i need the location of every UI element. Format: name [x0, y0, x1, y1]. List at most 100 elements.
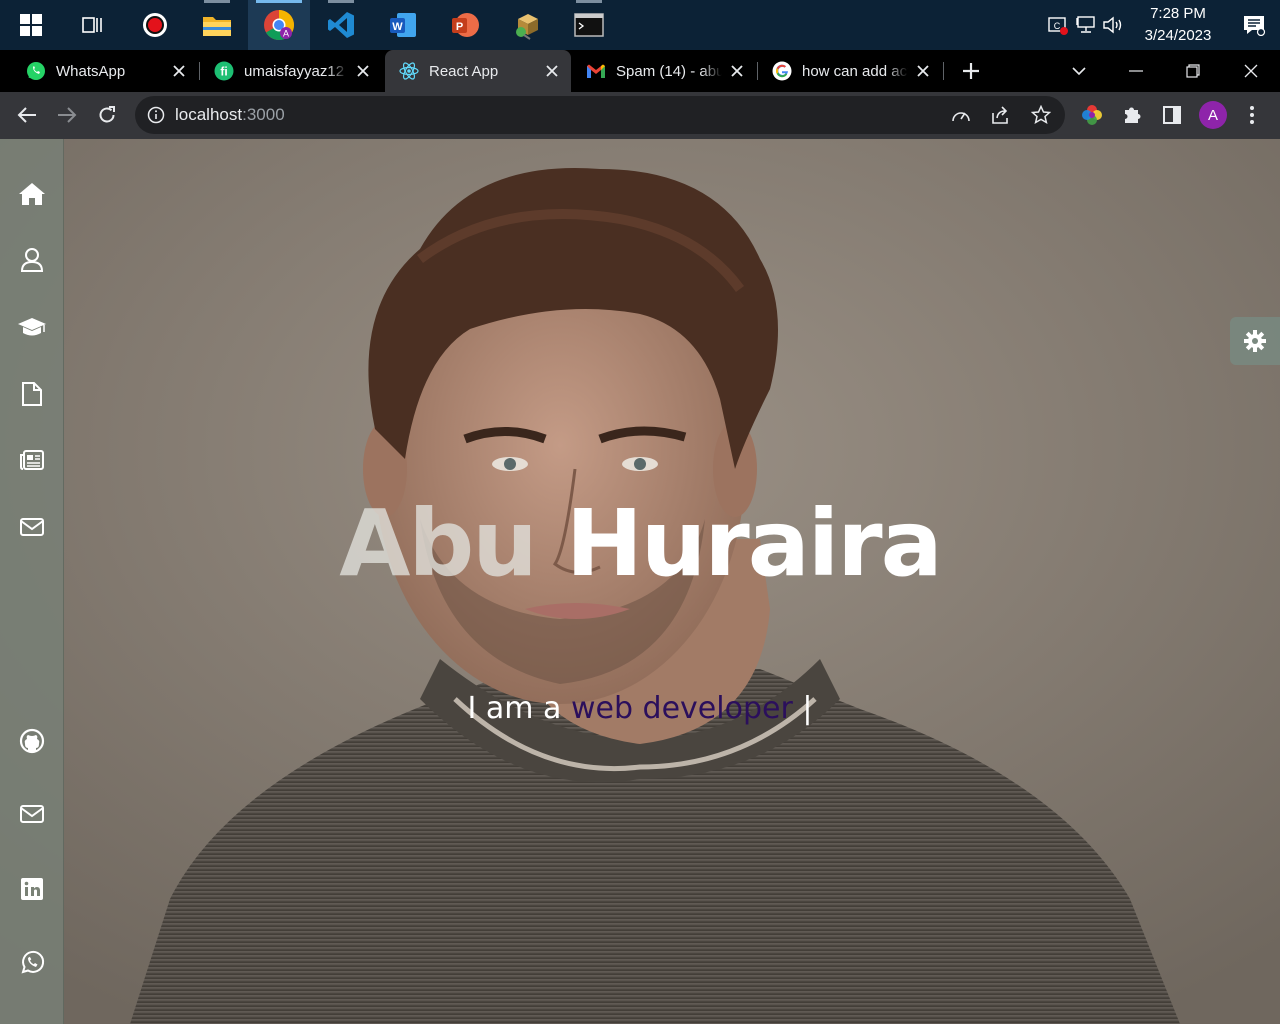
chrome-icon: A [264, 9, 295, 41]
performance-icon[interactable] [943, 96, 979, 134]
svg-text:C: C [1054, 21, 1061, 31]
action-center-button[interactable] [1228, 0, 1280, 50]
tab-gmail[interactable]: Spam (14) - abu [572, 50, 756, 92]
task-view-button[interactable] [62, 0, 124, 50]
tagline-typed-role: web developer [570, 691, 793, 726]
tab-title: umaisfayyaz12 | [244, 62, 348, 80]
close-tab-icon[interactable] [726, 60, 748, 82]
clock-time: 7:28 PM [1150, 5, 1206, 22]
fiverr-icon: fi [214, 61, 234, 81]
record-icon [143, 13, 167, 37]
svg-text:W: W [392, 21, 403, 33]
nav-education-graduation-cap-icon[interactable] [12, 307, 52, 347]
volume-icon [1103, 16, 1122, 34]
url-host: localhost [175, 105, 243, 124]
tab-title: how can add act [802, 62, 908, 80]
taskbar-app-file-explorer[interactable] [186, 0, 248, 50]
social-whatsapp-icon[interactable] [12, 943, 52, 983]
arrow-left-icon [17, 107, 36, 123]
word-icon: W [390, 13, 416, 37]
plus-icon [963, 63, 979, 79]
tray-network[interactable] [1072, 0, 1100, 50]
powerpoint-icon: P [452, 13, 479, 37]
network-icon [1076, 16, 1095, 33]
nav-resume-file-icon[interactable] [12, 374, 52, 414]
tray-recording-indicator[interactable]: C [1044, 0, 1072, 50]
tab-title: WhatsApp [56, 62, 126, 80]
reload-button[interactable] [90, 98, 124, 132]
package-tool-icon [516, 14, 538, 40]
tab-search-button[interactable] [1050, 50, 1108, 92]
nav-about-user-icon[interactable] [12, 240, 52, 280]
restore-button[interactable] [1164, 50, 1222, 92]
taskbar-app-chrome[interactable]: A [248, 0, 310, 50]
hero-name-heading: Abu Huraira [0, 489, 1280, 599]
social-email-envelope-icon[interactable] [12, 794, 52, 834]
close-window-button[interactable] [1222, 50, 1280, 92]
bookmark-star-icon[interactable] [1023, 96, 1059, 134]
arrow-right-icon [58, 107, 77, 123]
social-linkedin-icon[interactable] [12, 869, 52, 909]
forward-button[interactable] [50, 98, 84, 132]
minimize-icon [1129, 70, 1143, 72]
restore-icon [1186, 64, 1200, 78]
tab-whatsapp[interactable]: WhatsApp [12, 50, 198, 92]
clock-date: 3/24/2023 [1144, 27, 1212, 44]
tagline-prefix: I am a [467, 691, 571, 726]
terminal-icon [574, 13, 604, 37]
profile-avatar-button[interactable]: A [1195, 98, 1231, 132]
windows-taskbar: A W P C 7:28 PM 3/24/2023 [0, 0, 1280, 50]
side-panel-icon[interactable] [1154, 98, 1190, 132]
new-tab-button[interactable] [942, 50, 1000, 92]
taskbar-app-terminal[interactable] [558, 0, 620, 50]
address-bar[interactable]: localhost:3000 [135, 96, 1065, 134]
info-icon[interactable] [147, 106, 165, 124]
tab-react-app[interactable]: React App [385, 50, 571, 92]
close-tab-icon[interactable] [912, 60, 934, 82]
tab-fiverr[interactable]: fi umaisfayyaz12 | [200, 50, 382, 92]
typing-cursor: | [792, 691, 813, 726]
url-text: localhost:3000 [175, 105, 285, 125]
theme-settings-button[interactable] [1230, 317, 1280, 365]
hero-first-name: Abu [339, 490, 538, 597]
back-button[interactable] [10, 98, 44, 132]
portfolio-page: Abu Huraira I am a web developer | [0, 139, 1280, 1024]
extensions-puzzle-icon[interactable] [1114, 98, 1150, 132]
close-tab-icon[interactable] [352, 60, 374, 82]
taskbar-app-vscode[interactable] [310, 0, 372, 50]
nav-blog-newspaper-icon[interactable] [12, 440, 52, 480]
avatar: A [1199, 101, 1227, 129]
url-port: :3000 [242, 105, 285, 124]
svg-text:P: P [456, 21, 463, 33]
windows-start-button[interactable] [0, 0, 62, 50]
taskbar-app-powerpoint[interactable]: P [434, 0, 496, 50]
hero-tagline: I am a web developer | [0, 687, 1280, 731]
close-tab-icon[interactable] [168, 60, 190, 82]
svg-text:fi: fi [220, 65, 227, 79]
taskbar-app-word[interactable]: W [372, 0, 434, 50]
taskbar-app-dev-tool[interactable] [496, 0, 558, 50]
task-view-icon [82, 17, 102, 33]
browser-toolbar: localhost:3000 A [0, 92, 1280, 139]
google-icon [772, 61, 792, 81]
tray-volume[interactable] [1100, 0, 1128, 50]
taskbar-clock[interactable]: 7:28 PM 3/24/2023 [1128, 3, 1228, 47]
tab-title: Spam (14) - abu [616, 62, 722, 80]
svg-text:A: A [283, 29, 289, 39]
minimize-button[interactable] [1107, 50, 1165, 92]
taskbar-app-screen-recorder[interactable] [124, 0, 186, 50]
windows-logo-icon [20, 14, 42, 36]
tab-google-search[interactable]: how can add act [758, 50, 942, 92]
hero-last-name: Huraira [565, 490, 943, 597]
color-picker-extension-icon[interactable] [1074, 98, 1110, 132]
close-icon [1244, 64, 1258, 78]
gear-icon [1244, 330, 1266, 352]
chrome-menu-icon[interactable] [1234, 98, 1270, 132]
notification-icon [1244, 16, 1266, 36]
nav-home-icon[interactable] [12, 174, 52, 214]
webcam-recording-icon: C [1048, 17, 1068, 35]
share-icon[interactable] [983, 96, 1019, 134]
system-tray: C 7:28 PM 3/24/2023 [1044, 0, 1280, 50]
browser-tab-strip: WhatsApp fi umaisfayyaz12 | React App Sp… [0, 50, 1280, 92]
close-tab-icon[interactable] [541, 60, 563, 82]
